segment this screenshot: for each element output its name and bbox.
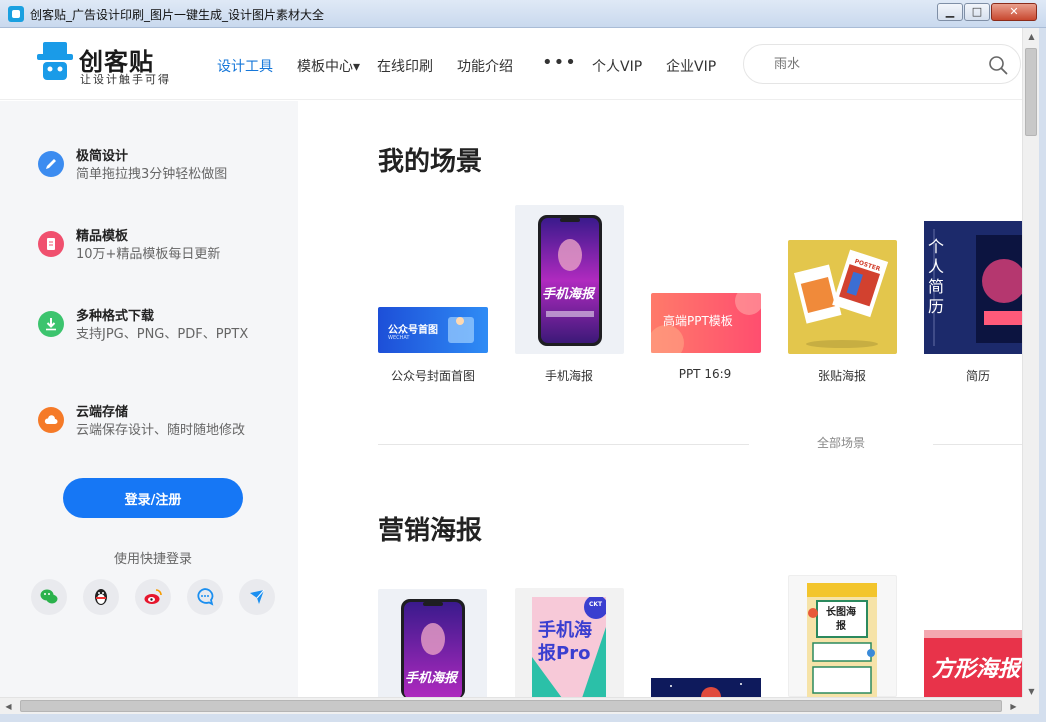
scene-label: 张贴海报 — [817, 369, 866, 383]
nav-personal-vip[interactable]: 个人VIP — [592, 56, 642, 76]
pencil-icon — [38, 151, 64, 177]
poster-thumb-text: 手机海报Pro — [538, 620, 592, 664]
nav-more-button[interactable]: ••• — [542, 52, 577, 73]
window-frame-bottom — [0, 714, 1046, 722]
qq-icon — [95, 589, 107, 605]
vertical-scroll-thumb[interactable] — [1025, 48, 1037, 136]
feature-title: 云端存储 — [76, 405, 129, 420]
login-register-button[interactable]: 登录/注册 — [63, 478, 243, 518]
scene-label: 公众号封面首图 — [390, 369, 475, 383]
nav-template-center[interactable]: 模板中心▾ — [297, 56, 360, 76]
feature-title: 多种格式下载 — [76, 309, 155, 324]
dingtalk-chat-icon — [197, 588, 214, 606]
document-icon — [38, 231, 64, 257]
divider-right — [933, 444, 1022, 445]
scene-label: 手机海报 — [544, 369, 593, 383]
wechat-login-button[interactable] — [31, 579, 67, 615]
search-input[interactable] — [774, 54, 974, 74]
app-icon — [8, 6, 24, 22]
feature-desc: 10万+精品模板每日更新 — [76, 247, 221, 262]
nav-enterprise-vip[interactable]: 企业VIP — [666, 56, 716, 76]
search-box — [743, 44, 1021, 84]
horizontal-scrollbar[interactable]: ◀ ▶ — [0, 697, 1022, 714]
download-icon — [38, 311, 64, 337]
weibo-icon — [144, 589, 162, 604]
scene-thumb-poster — [788, 240, 897, 354]
wechat-icon — [40, 589, 58, 604]
scene-thumb-text: 手机海报 — [542, 287, 595, 302]
scene-thumb-text: 个人简历 — [928, 237, 945, 316]
nav-design-tools[interactable]: 设计工具 — [217, 56, 273, 76]
window-frame-right — [1039, 28, 1046, 722]
scene-label: 简历 — [965, 369, 990, 383]
vertical-scrollbar[interactable]: ▲ ▼ — [1022, 28, 1039, 700]
site-header: 创客贴 让设计触手可得 设计工具 模板中心▾ 在线印刷 功能介绍 ••• 个人V… — [0, 28, 1022, 100]
quick-login-label: 使用快捷登录 — [113, 552, 192, 567]
window-title-bar: 创客贴_广告设计印刷_图片一键生成_设计图片素材大全 ▁ □ ✕ — [0, 0, 1046, 28]
scroll-up-arrow-icon[interactable]: ▲ — [1023, 28, 1040, 45]
feature-desc: 云端保存设计、随时随地修改 — [76, 423, 246, 438]
feature-title: 精品模板 — [76, 229, 129, 244]
horizontal-scroll-thumb[interactable] — [20, 700, 1002, 712]
scroll-right-arrow-icon[interactable]: ▶ — [1005, 698, 1022, 715]
search-icon[interactable] — [988, 55, 1008, 75]
logo-icon[interactable] — [37, 42, 73, 82]
main-content: 我的场景 公众号首图 WECHAT 公众号封面首图 手机海报 手机海报 高端PP… — [298, 101, 1022, 697]
divider-left — [378, 444, 749, 445]
sidebar: 极简设计 简单拖拉拽3分钟轻松做图 精品模板 10万+精品模板每日更新 多种格式… — [0, 101, 298, 697]
poster-thumb-text: 长图海报 — [826, 607, 856, 632]
scene-thumb-phone — [538, 215, 602, 346]
maximize-button[interactable]: □ — [964, 3, 990, 21]
cloud-icon — [38, 407, 64, 433]
window-title: 创客贴_广告设计印刷_图片一键生成_设计图片素材大全 — [30, 8, 325, 22]
nav-online-print[interactable]: 在线印刷 — [377, 56, 433, 76]
section-title-my-scenes: 我的场景 — [378, 147, 483, 177]
scene-label: PPT 16:9 — [678, 367, 732, 381]
poster-thumb-long — [807, 583, 877, 697]
close-button[interactable]: ✕ — [991, 3, 1037, 21]
all-scenes-link[interactable]: 全部场景 — [817, 434, 865, 451]
minimize-button[interactable]: ▁ — [937, 3, 963, 21]
scroll-corner — [1022, 697, 1039, 714]
scene-thumb-text: 高端PPT模板 — [663, 314, 733, 328]
poster-thumb-text: 手机海报 — [405, 671, 458, 686]
lark-login-button[interactable] — [239, 579, 275, 615]
qq-login-button[interactable] — [83, 579, 119, 615]
feature-desc: 支持JPG、PNG、PDF、PPTX — [76, 327, 249, 342]
nav-features[interactable]: 功能介绍 — [457, 56, 513, 76]
weibo-login-button[interactable] — [135, 579, 171, 615]
dingtalk-chat-login-button[interactable] — [187, 579, 223, 615]
scene-thumb-subtext: WECHAT — [388, 335, 410, 341]
poster-thumb-text: 方形海报 — [932, 657, 1021, 682]
feature-desc: 简单拖拉拽3分钟轻松做图 — [76, 167, 228, 182]
scroll-left-arrow-icon[interactable]: ◀ — [0, 698, 17, 715]
scene-thumb-text: 公众号首图 — [388, 325, 438, 336]
poster-badge: CKT — [589, 601, 603, 608]
logo-slogan: 让设计触手可得 — [80, 73, 171, 86]
section-title-marketing-posters: 营销海报 — [378, 516, 483, 546]
poster-thumb-space — [651, 678, 761, 697]
feature-title: 极简设计 — [76, 149, 129, 164]
lark-icon — [250, 589, 265, 604]
